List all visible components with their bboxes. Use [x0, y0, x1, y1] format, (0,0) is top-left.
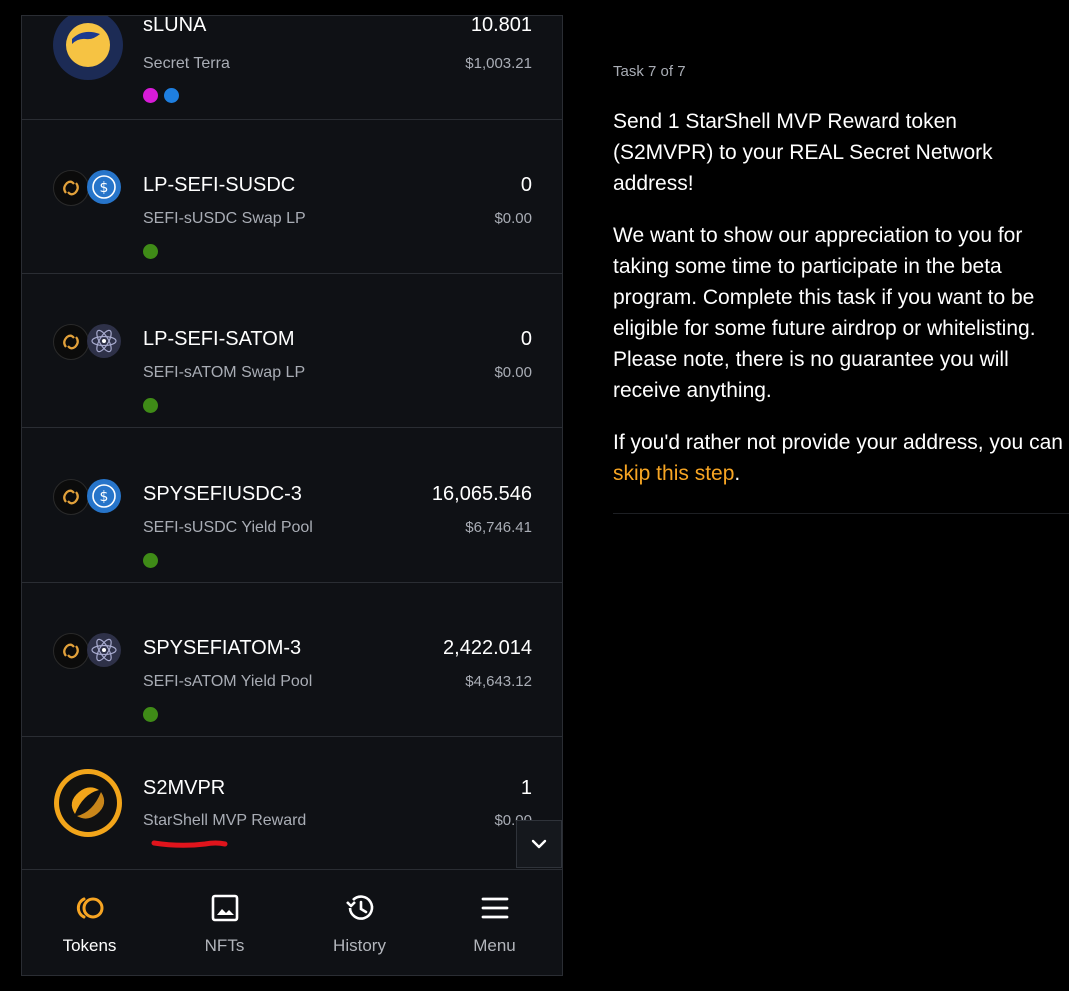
token-fiat-value: $0.00	[494, 364, 532, 381]
sefi-icon	[53, 633, 89, 669]
svg-text:$: $	[100, 180, 109, 196]
token-chain-dots	[143, 244, 158, 259]
token-amount: 16,065.546	[431, 483, 532, 505]
nav-menu[interactable]: Menu	[427, 870, 562, 975]
token-row-lp-sefi-susdc[interactable]: $ LP-SEFI-SUSDC 0 SEFI-sUSDC Swap LP $0.…	[22, 120, 562, 274]
token-symbol: LP-SEFI-SUSDC	[143, 174, 296, 196]
atom-icon	[87, 324, 121, 358]
token-row-spysefiusdc-3[interactable]: $ SPYSEFIUSDC-3 16,065.546 SEFI-sUSDC Yi…	[22, 429, 562, 583]
nav-label: Menu	[473, 936, 516, 955]
skip-prefix: If you'd rather not provide your address…	[613, 431, 1063, 454]
chain-dot	[143, 707, 158, 722]
task-counter: Task 7 of 7	[613, 63, 686, 80]
token-chain-dots	[143, 398, 158, 413]
token-pair-icons	[53, 324, 125, 360]
token-name: SEFI-sUSDC Yield Pool	[143, 519, 313, 536]
image-icon	[211, 894, 238, 922]
nav-label: NFTs	[204, 936, 245, 955]
token-pair-icons	[53, 633, 125, 669]
token-chain-dots	[143, 88, 179, 103]
chain-dot	[143, 398, 158, 413]
token-row-sluna[interactable]: sLUNA 10.801 Secret Terra $1,003.21	[22, 16, 562, 120]
chain-dot	[143, 553, 158, 568]
token-amount: 2,422.014	[443, 637, 532, 659]
token-amount: 0	[520, 174, 532, 196]
sefi-icon	[53, 479, 89, 515]
task-skip-text: If you'd rather not provide your address…	[613, 427, 1063, 489]
nav-label: Tokens	[62, 936, 117, 955]
token-fiat-value: $4,643.12	[465, 673, 532, 690]
chevron-down-icon	[531, 839, 547, 849]
sefi-icon	[53, 170, 89, 206]
token-name: StarShell MVP Reward	[143, 812, 307, 829]
tokens-icon	[76, 897, 103, 919]
token-symbol: SPYSEFIATOM-3	[143, 637, 302, 659]
nav-label: History	[333, 936, 386, 955]
usdc-icon: $	[87, 170, 121, 204]
task-description: We want to show our appreciation to you …	[613, 224, 1036, 402]
token-symbol: sLUNA	[143, 16, 207, 36]
chain-dot	[143, 244, 158, 259]
nav-tokens[interactable]: Tokens	[22, 870, 157, 975]
task-instruction: Send 1 StarShell MVP Reward token (S2MVP…	[613, 110, 993, 195]
token-fiat-value: $6,746.41	[465, 519, 532, 536]
skip-suffix: .	[734, 462, 741, 485]
wallet-panel: sLUNA 10.801 Secret Terra $1,003.21 $ LP…	[21, 15, 563, 976]
starshell-token-icon	[53, 768, 123, 843]
token-name: SEFI-sUSDC Swap LP	[143, 210, 306, 227]
token-fiat-value: $1,003.21	[465, 55, 532, 72]
token-row-spysefiatom-3[interactable]: SPYSEFIATOM-3 2,422.014 SEFI-sATOM Yield…	[22, 583, 562, 737]
atom-icon	[87, 633, 121, 667]
token-pair-icons: $	[53, 479, 125, 515]
skip-step-link[interactable]: skip this step	[613, 462, 734, 485]
terra-token-icon	[53, 16, 123, 85]
token-amount: 10.801	[470, 16, 532, 36]
token-name: SEFI-sATOM Swap LP	[143, 364, 306, 381]
red-underline-annotation	[151, 840, 228, 848]
token-pair-icons: $	[53, 170, 125, 206]
history-icon	[345, 895, 373, 920]
token-symbol: LP-SEFI-SATOM	[143, 328, 295, 350]
usdc-icon: $	[87, 479, 121, 513]
nav-nfts[interactable]: NFTs	[157, 870, 292, 975]
chain-dot	[164, 88, 179, 103]
token-name: SEFI-sATOM Yield Pool	[143, 673, 313, 690]
svg-text:$: $	[100, 489, 109, 505]
token-symbol: SPYSEFIUSDC-3	[143, 483, 302, 505]
scroll-down-button[interactable]	[516, 820, 562, 868]
token-amount: 1	[520, 777, 532, 799]
token-amount: 0	[520, 328, 532, 350]
nav-history[interactable]: History	[292, 870, 427, 975]
token-fiat-value: $0.00	[494, 210, 532, 227]
token-chain-dots	[143, 553, 158, 568]
token-chain-dots	[143, 707, 158, 722]
divider	[613, 513, 1069, 514]
token-row-lp-sefi-satom[interactable]: LP-SEFI-SATOM 0 SEFI-sATOM Swap LP $0.00	[22, 274, 562, 428]
bottom-navigation: Tokens NFTs History Menu	[22, 869, 562, 975]
token-row-s2mvpr[interactable]: S2MVPR 1 StarShell MVP Reward $0.00	[22, 737, 562, 869]
token-symbol: S2MVPR	[143, 777, 226, 799]
sefi-icon	[53, 324, 89, 360]
token-list[interactable]: sLUNA 10.801 Secret Terra $1,003.21 $ LP…	[22, 16, 562, 869]
menu-icon	[481, 897, 508, 919]
token-name: Secret Terra	[143, 55, 230, 72]
chain-dot	[143, 88, 158, 103]
